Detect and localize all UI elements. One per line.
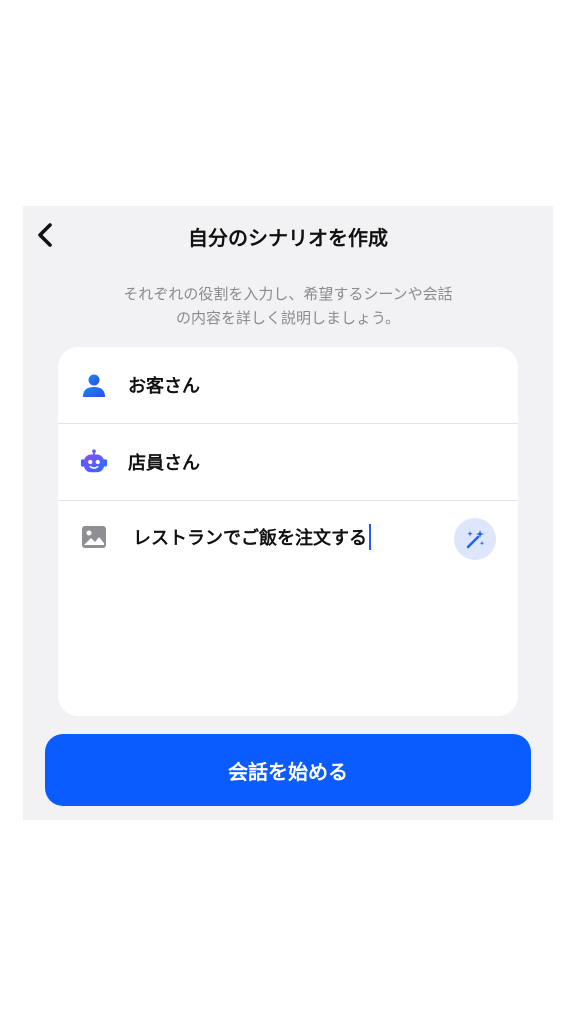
- role-row-staff[interactable]: 店員さん: [58, 424, 518, 501]
- user-icon: [80, 371, 108, 399]
- scenario-text-field[interactable]: レストランでご飯を注文する: [133, 523, 371, 551]
- instructions-line-2: の内容を詳しく説明しましょう。: [175, 309, 401, 327]
- instructions-line-1: それぞれの役割を入力し、希望するシーンや会話: [123, 285, 453, 303]
- scenario-card: お客さん 店員さん レストランでご飯を注文する: [58, 347, 518, 716]
- magic-wand-icon: [466, 530, 485, 549]
- role-row-customer[interactable]: お客さん: [58, 347, 518, 424]
- image-icon[interactable]: [80, 523, 108, 551]
- start-conversation-button[interactable]: 会話を始める: [45, 734, 531, 806]
- role-staff-label: 店員さん: [128, 453, 200, 474]
- magic-wand-button[interactable]: [454, 518, 496, 560]
- instructions-text: それぞれの役割を入力し、希望するシーンや会話 の内容を詳しく説明しましょう。: [83, 282, 493, 330]
- role-customer-label: お客さん: [128, 376, 200, 397]
- page-title: 自分のシナリオを作成: [188, 226, 388, 250]
- scenario-input-area[interactable]: レストランでご飯を注文する: [58, 501, 518, 716]
- text-caret: [369, 524, 371, 550]
- scenario-text: レストランでご飯を注文する: [133, 528, 367, 549]
- scenario-screen: 自分のシナリオを作成 それぞれの役割を入力し、希望するシーンや会話 の内容を詳し…: [23, 206, 553, 820]
- robot-icon: [80, 448, 108, 476]
